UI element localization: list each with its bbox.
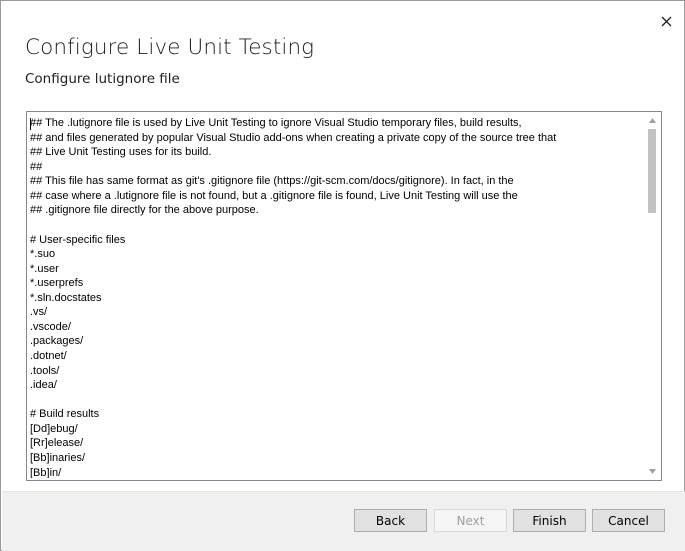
editor-line: .vs/ <box>30 306 48 319</box>
editor-line: [Dd]ebug/ <box>30 422 78 435</box>
close-icon <box>661 16 671 26</box>
editor-line: ## <box>30 160 43 173</box>
scroll-down-button[interactable] <box>644 463 661 480</box>
editor-line: *.suo <box>30 248 56 261</box>
editor-line: .packages/ <box>30 335 84 348</box>
cancel-button[interactable]: Cancel <box>592 509 665 532</box>
dialog-footer: Back Next Finish Cancel <box>2 491 685 551</box>
editor-line: .vscode/ <box>30 320 71 333</box>
editor-line: ## This file has same format as git's .g… <box>30 175 514 188</box>
dialog-title: Configure Live Unit Testing <box>25 35 315 60</box>
vertical-scrollbar[interactable] <box>644 112 661 480</box>
editor-line: ## Live Unit Testing uses for its build. <box>30 146 212 159</box>
editor-line: [Rr]elease/ <box>30 437 84 450</box>
editor-line: ## and files generated by popular Visual… <box>30 131 557 144</box>
chevron-up-icon <box>649 118 656 123</box>
lutignore-text[interactable]: ## The .lutignore file is used by Live U… <box>30 116 644 478</box>
chevron-down-icon <box>649 469 656 474</box>
editor-line: .tools/ <box>30 364 60 377</box>
close-button[interactable] <box>653 9 679 33</box>
editor-line: .dotnet/ <box>30 350 67 362</box>
editor-line: # Build results <box>30 408 100 421</box>
editor-line: .idea/ <box>30 379 57 392</box>
editor-line: ## The .lutignore file is used by Live U… <box>30 117 522 129</box>
configure-dialog: Configure Live Unit Testing Configure lu… <box>0 0 685 551</box>
text-caret <box>30 118 31 130</box>
dialog-subtitle: Configure lutignore file <box>25 71 180 87</box>
scroll-up-button[interactable] <box>644 112 661 129</box>
back-button[interactable]: Back <box>354 509 427 532</box>
scroll-thumb[interactable] <box>648 129 656 213</box>
editor-line: [Bb]in/ <box>30 466 62 479</box>
editor-line: ## .gitignore file directly for the abov… <box>30 204 259 217</box>
editor-line: [Bb]inaries/ <box>30 451 86 464</box>
editor-line: ## case where a .lutignore file is not f… <box>30 189 518 202</box>
next-button[interactable]: Next <box>434 509 507 532</box>
editor-line: *.userprefs <box>30 277 84 290</box>
finish-button[interactable]: Finish <box>513 509 586 532</box>
lutignore-editor[interactable]: ## The .lutignore file is used by Live U… <box>26 111 662 481</box>
editor-line: *.sln.docstates <box>30 291 102 304</box>
editor-line: # User-specific files <box>30 233 126 246</box>
editor-line: *.user <box>30 262 59 275</box>
